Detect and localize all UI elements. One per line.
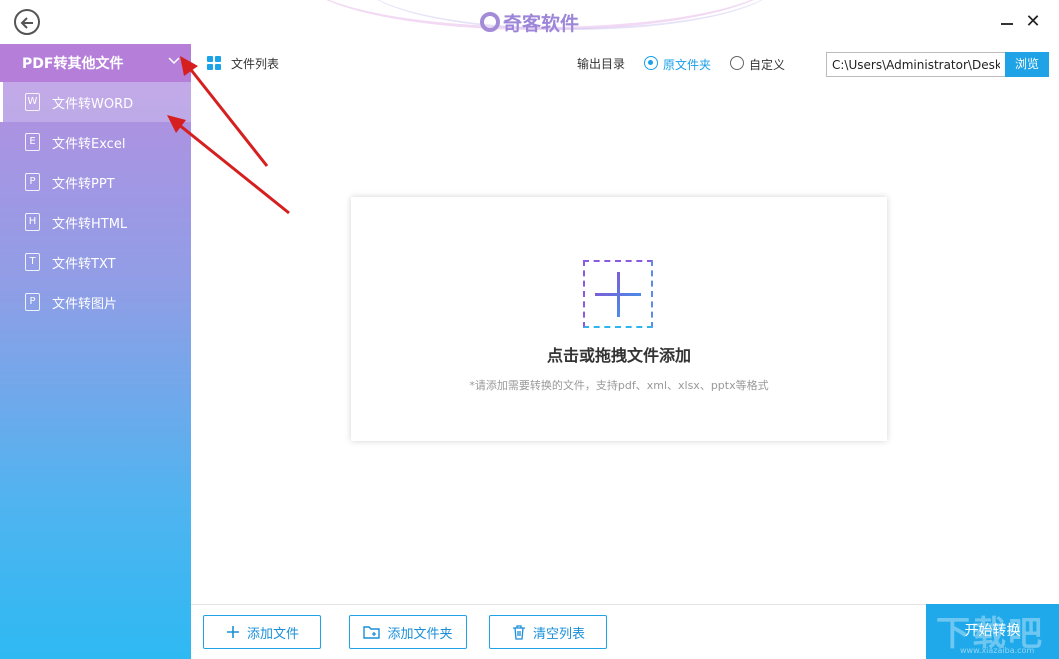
close-icon[interactable]: ✕ — [1022, 11, 1044, 33]
image-file-icon: P — [25, 293, 40, 311]
file-list-header: 文件列表 — [207, 54, 279, 72]
grid-icon — [207, 56, 221, 70]
ppt-file-icon: P — [25, 173, 40, 191]
add-folder-label: 添加文件夹 — [387, 626, 453, 642]
sidebar-item-html[interactable]: H 文件转HTML — [0, 202, 191, 242]
minimize-icon[interactable] — [998, 12, 1018, 32]
brand-logo-icon — [480, 12, 500, 32]
html-file-icon: H — [25, 213, 40, 231]
chevron-down-icon[interactable] — [167, 54, 181, 68]
drop-zone-title: 点击或拖拽文件添加 — [546, 346, 691, 365]
add-file-button[interactable]: 添加文件 — [203, 615, 321, 649]
trash-icon — [512, 625, 525, 640]
sidebar-item-label: 文件转TXT — [52, 257, 116, 272]
txt-file-icon: T — [25, 253, 40, 271]
add-file-plus-icon[interactable] — [583, 260, 653, 328]
drop-zone-hint: *请添加需要转换的文件，支持pdf、xml、xlsx、pptx等格式 — [469, 379, 769, 392]
sidebar-item-word[interactable]: W 文件转WORD — [0, 82, 191, 122]
clear-list-label: 清空列表 — [532, 626, 585, 642]
folder-add-icon — [363, 626, 381, 639]
file-drop-zone[interactable]: 点击或拖拽文件添加 *请添加需要转换的文件，支持pdf、xml、xlsx、ppt… — [351, 197, 887, 441]
title-bar: 奇客软件 ✕ — [0, 0, 1059, 44]
sidebar-category-header[interactable]: PDF转其他文件 — [0, 44, 191, 82]
sidebar-item-txt[interactable]: T 文件转TXT — [0, 242, 191, 282]
output-path-input[interactable] — [826, 52, 1006, 77]
plus-icon — [226, 626, 239, 638]
output-dir-label: 输出目录 — [577, 57, 626, 71]
sidebar-item-label: 文件转图片 — [52, 297, 118, 312]
sidebar-item-image[interactable]: P 文件转图片 — [0, 282, 191, 322]
clear-list-button[interactable]: 清空列表 — [489, 615, 607, 649]
browse-button[interactable]: 浏览 — [1005, 52, 1049, 77]
watermark-url: www.xiazaiba.com — [960, 646, 1035, 655]
sidebar-item-excel[interactable]: E 文件转Excel — [0, 122, 191, 162]
brand-name: 奇客软件 — [503, 12, 580, 35]
word-file-icon: W — [25, 93, 40, 111]
radio-source-folder-label[interactable]: 原文件夹 — [663, 56, 711, 73]
sidebar-item-label: 文件转PPT — [52, 177, 115, 192]
sidebar-item-label: 文件转HTML — [52, 217, 128, 232]
app-brand: 奇客软件 — [480, 9, 579, 35]
annotation-arrow-to-header — [180, 56, 269, 167]
sidebar-category-title: PDF转其他文件 — [22, 56, 124, 72]
add-file-label: 添加文件 — [246, 626, 299, 642]
sidebar-item-ppt[interactable]: P 文件转PPT — [0, 162, 191, 202]
back-arrow-icon[interactable] — [14, 9, 40, 35]
file-list-label: 文件列表 — [231, 56, 280, 71]
radio-custom-label[interactable]: 自定义 — [749, 56, 785, 73]
excel-file-icon: E — [25, 133, 40, 151]
radio-custom[interactable] — [730, 56, 744, 70]
sidebar-item-label: 文件转WORD — [52, 97, 134, 112]
add-folder-button[interactable]: 添加文件夹 — [349, 615, 467, 649]
sidebar-item-label: 文件转Excel — [52, 137, 126, 152]
sidebar: PDF转其他文件 W 文件转WORD E 文件转Excel P 文件转PPT H… — [0, 44, 191, 659]
radio-source-folder[interactable] — [644, 56, 658, 70]
